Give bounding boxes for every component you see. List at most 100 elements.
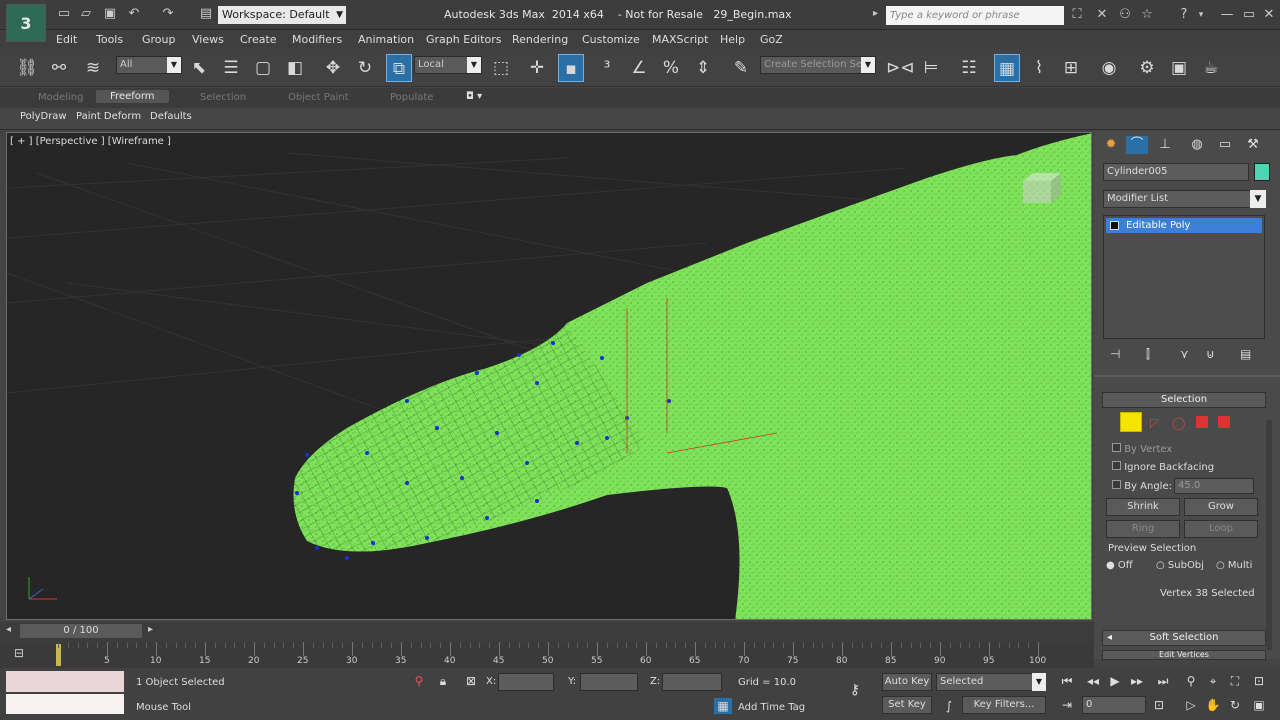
angle-snap-icon[interactable]: ∠ [626, 54, 652, 82]
by-angle-checkbox[interactable]: By Angle: [1112, 480, 1172, 492]
pin-stack-icon[interactable]: ⊣ [1110, 347, 1120, 361]
isolate-selection-icon[interactable]: ⚲ [410, 673, 428, 690]
time-slider[interactable]: 0 / 100 [20, 624, 142, 638]
view-cube[interactable] [1023, 173, 1061, 203]
menu-views[interactable]: Views [192, 33, 224, 46]
graphite-modeling-tools-icon[interactable]: ▦ [994, 54, 1020, 82]
save-file-icon[interactable]: ▣ [102, 6, 118, 22]
time-tag-icon[interactable]: ▦ [714, 698, 732, 714]
select-object-icon[interactable]: ⬉ [186, 54, 212, 82]
mirror-icon[interactable]: ⊳⊲ [886, 54, 915, 82]
menu-graph-editors[interactable]: Graph Editors [426, 33, 502, 46]
zoom-icon[interactable]: ⚲ [1182, 673, 1200, 690]
element-mode-icon[interactable] [1218, 416, 1230, 428]
slider-left-arrow-icon[interactable]: ◂ [6, 624, 11, 635]
menu-group[interactable]: Group [142, 33, 176, 46]
chevron-down-icon[interactable]: ▼ [1032, 673, 1046, 691]
chevron-down-icon[interactable]: ▼ [1250, 190, 1266, 208]
configure-modifier-sets-icon[interactable]: ▤ [1240, 347, 1251, 361]
menu-modifiers[interactable]: Modifiers [292, 33, 342, 46]
tab-freeform[interactable]: Freeform [96, 90, 169, 103]
current-frame-field[interactable]: 0 [1082, 696, 1146, 714]
window-crossing-icon[interactable]: ◧ [282, 54, 308, 82]
ring-button[interactable]: Ring [1106, 520, 1180, 538]
ignore-backfacing-checkbox[interactable]: Ignore Backfacing [1112, 461, 1214, 473]
utilities-tab-icon[interactable]: ⚒ [1242, 136, 1264, 154]
move-icon[interactable]: ✥ [320, 54, 346, 82]
schematic-view-icon[interactable]: ⊞ [1058, 54, 1084, 82]
go-to-start-icon[interactable]: ⏮ [1058, 673, 1076, 690]
binoculars-icon[interactable]: ⛶ [1068, 6, 1086, 24]
auto-key-button[interactable]: Auto Key [882, 673, 932, 691]
close-icon[interactable]: ✕ [1260, 6, 1278, 24]
new-file-icon[interactable]: ▭ [56, 6, 72, 22]
orbit-icon[interactable]: ↻ [1226, 697, 1244, 714]
search-expand-icon[interactable]: ▸ [873, 8, 878, 19]
communication-icon[interactable]: ⚇ [1116, 6, 1134, 24]
curve-editor-icon[interactable]: ⌇ [1026, 54, 1052, 82]
key-mode-dropdown[interactable]: Selected [936, 673, 1036, 691]
help-icon[interactable]: ? [1175, 6, 1193, 24]
hierarchy-tab-icon[interactable]: ⊥ [1154, 136, 1176, 154]
subscription-icon[interactable]: ✕ [1093, 6, 1111, 24]
object-name-field[interactable]: Cylinder005 [1103, 163, 1249, 181]
loop-button[interactable]: Loop [1184, 520, 1258, 538]
x-coordinate-field[interactable] [498, 673, 554, 691]
modify-tab-icon[interactable]: ⌒ [1126, 136, 1148, 154]
border-mode-icon[interactable]: ◯ [1172, 416, 1185, 430]
play-icon[interactable]: ▶ [1106, 673, 1124, 690]
minimize-icon[interactable]: — [1218, 6, 1236, 24]
menu-edit[interactable]: Edit [56, 33, 77, 46]
app-logo[interactable]: 3 [6, 4, 46, 42]
zoom-all-icon[interactable]: ⌖ [1204, 673, 1222, 690]
remove-modifier-icon[interactable]: ⊍ [1206, 347, 1215, 361]
field-of-view-icon[interactable]: ▷ [1182, 697, 1200, 714]
modifier-list-dropdown[interactable]: Modifier List [1103, 190, 1253, 208]
project-folder-icon[interactable]: ▤ [198, 6, 214, 22]
undo-icon[interactable]: ↶ [126, 6, 142, 22]
tab-object-paint[interactable]: Object Paint [288, 92, 349, 103]
polygon-mode-icon[interactable] [1196, 416, 1208, 428]
menu-rendering[interactable]: Rendering [512, 33, 568, 46]
preview-multi-radio[interactable]: ○ Multi [1216, 560, 1252, 571]
ref-coord-dropdown[interactable]: Local ▼ [414, 56, 482, 74]
shrink-button[interactable]: Shrink [1106, 498, 1180, 516]
panel-scrollbar[interactable] [1266, 420, 1272, 650]
search-input[interactable]: Type a keyword or phrase [886, 6, 1064, 25]
subtab-paint-deform[interactable]: Paint Deform [76, 111, 141, 122]
preview-subobj-radio[interactable]: ○ SubObj [1156, 560, 1204, 571]
layer-manager-icon[interactable]: ☷ [956, 54, 982, 82]
absolute-mode-icon[interactable]: ⊠ [462, 673, 480, 690]
edge-mode-icon[interactable]: ◸ [1150, 416, 1159, 430]
render-production-icon[interactable]: ☕ [1198, 54, 1224, 82]
previous-frame-icon[interactable]: ◂◂ [1084, 673, 1102, 690]
show-end-result-icon[interactable]: ⫿ [1146, 347, 1150, 362]
set-key-mode-icon[interactable]: ⚷ [846, 682, 864, 699]
preview-off-radio[interactable]: ● Off [1106, 560, 1133, 571]
open-file-icon[interactable]: ▱ [78, 6, 94, 22]
zoom-extents-all-icon[interactable]: ⊡ [1250, 673, 1268, 690]
z-coordinate-field[interactable] [662, 673, 722, 691]
align-icon[interactable]: ⊨ [918, 54, 944, 82]
spinner-snap-icon[interactable]: ⇕ [690, 54, 716, 82]
menu-maxscript[interactable]: MAXScript [652, 33, 708, 46]
menu-animation[interactable]: Animation [358, 33, 414, 46]
maxscript-listener-bottom[interactable] [6, 694, 124, 714]
go-to-end-icon[interactable]: ⏭ [1154, 673, 1172, 690]
named-selection-dropdown[interactable]: Create Selection Se ▼ [760, 56, 876, 74]
key-mode-toggle-icon[interactable]: ⇥ [1058, 697, 1076, 714]
selection-filter-dropdown[interactable]: All ▼ [116, 56, 182, 74]
percent-snap-icon[interactable]: % [658, 54, 684, 82]
bind-space-warp-icon[interactable]: ≋ [80, 54, 106, 82]
select-and-link-icon[interactable]: ⛓ [14, 54, 40, 82]
help-dropdown-icon[interactable]: ▾ [1192, 6, 1210, 24]
pivot-center-icon[interactable]: ⬚ [488, 54, 514, 82]
selection-rollout[interactable]: Selection [1102, 392, 1266, 408]
display-tab-icon[interactable]: ▭ [1214, 136, 1236, 154]
keyboard-shortcut-override-icon[interactable]: ▪ [558, 54, 584, 82]
unlink-icon[interactable]: ⚯ [46, 54, 72, 82]
restore-icon[interactable]: ▭ [1240, 6, 1258, 24]
menu-create[interactable]: Create [240, 33, 277, 46]
mini-curve-editor-icon[interactable]: ⊟ [14, 646, 36, 662]
menu-tools[interactable]: Tools [96, 33, 123, 46]
